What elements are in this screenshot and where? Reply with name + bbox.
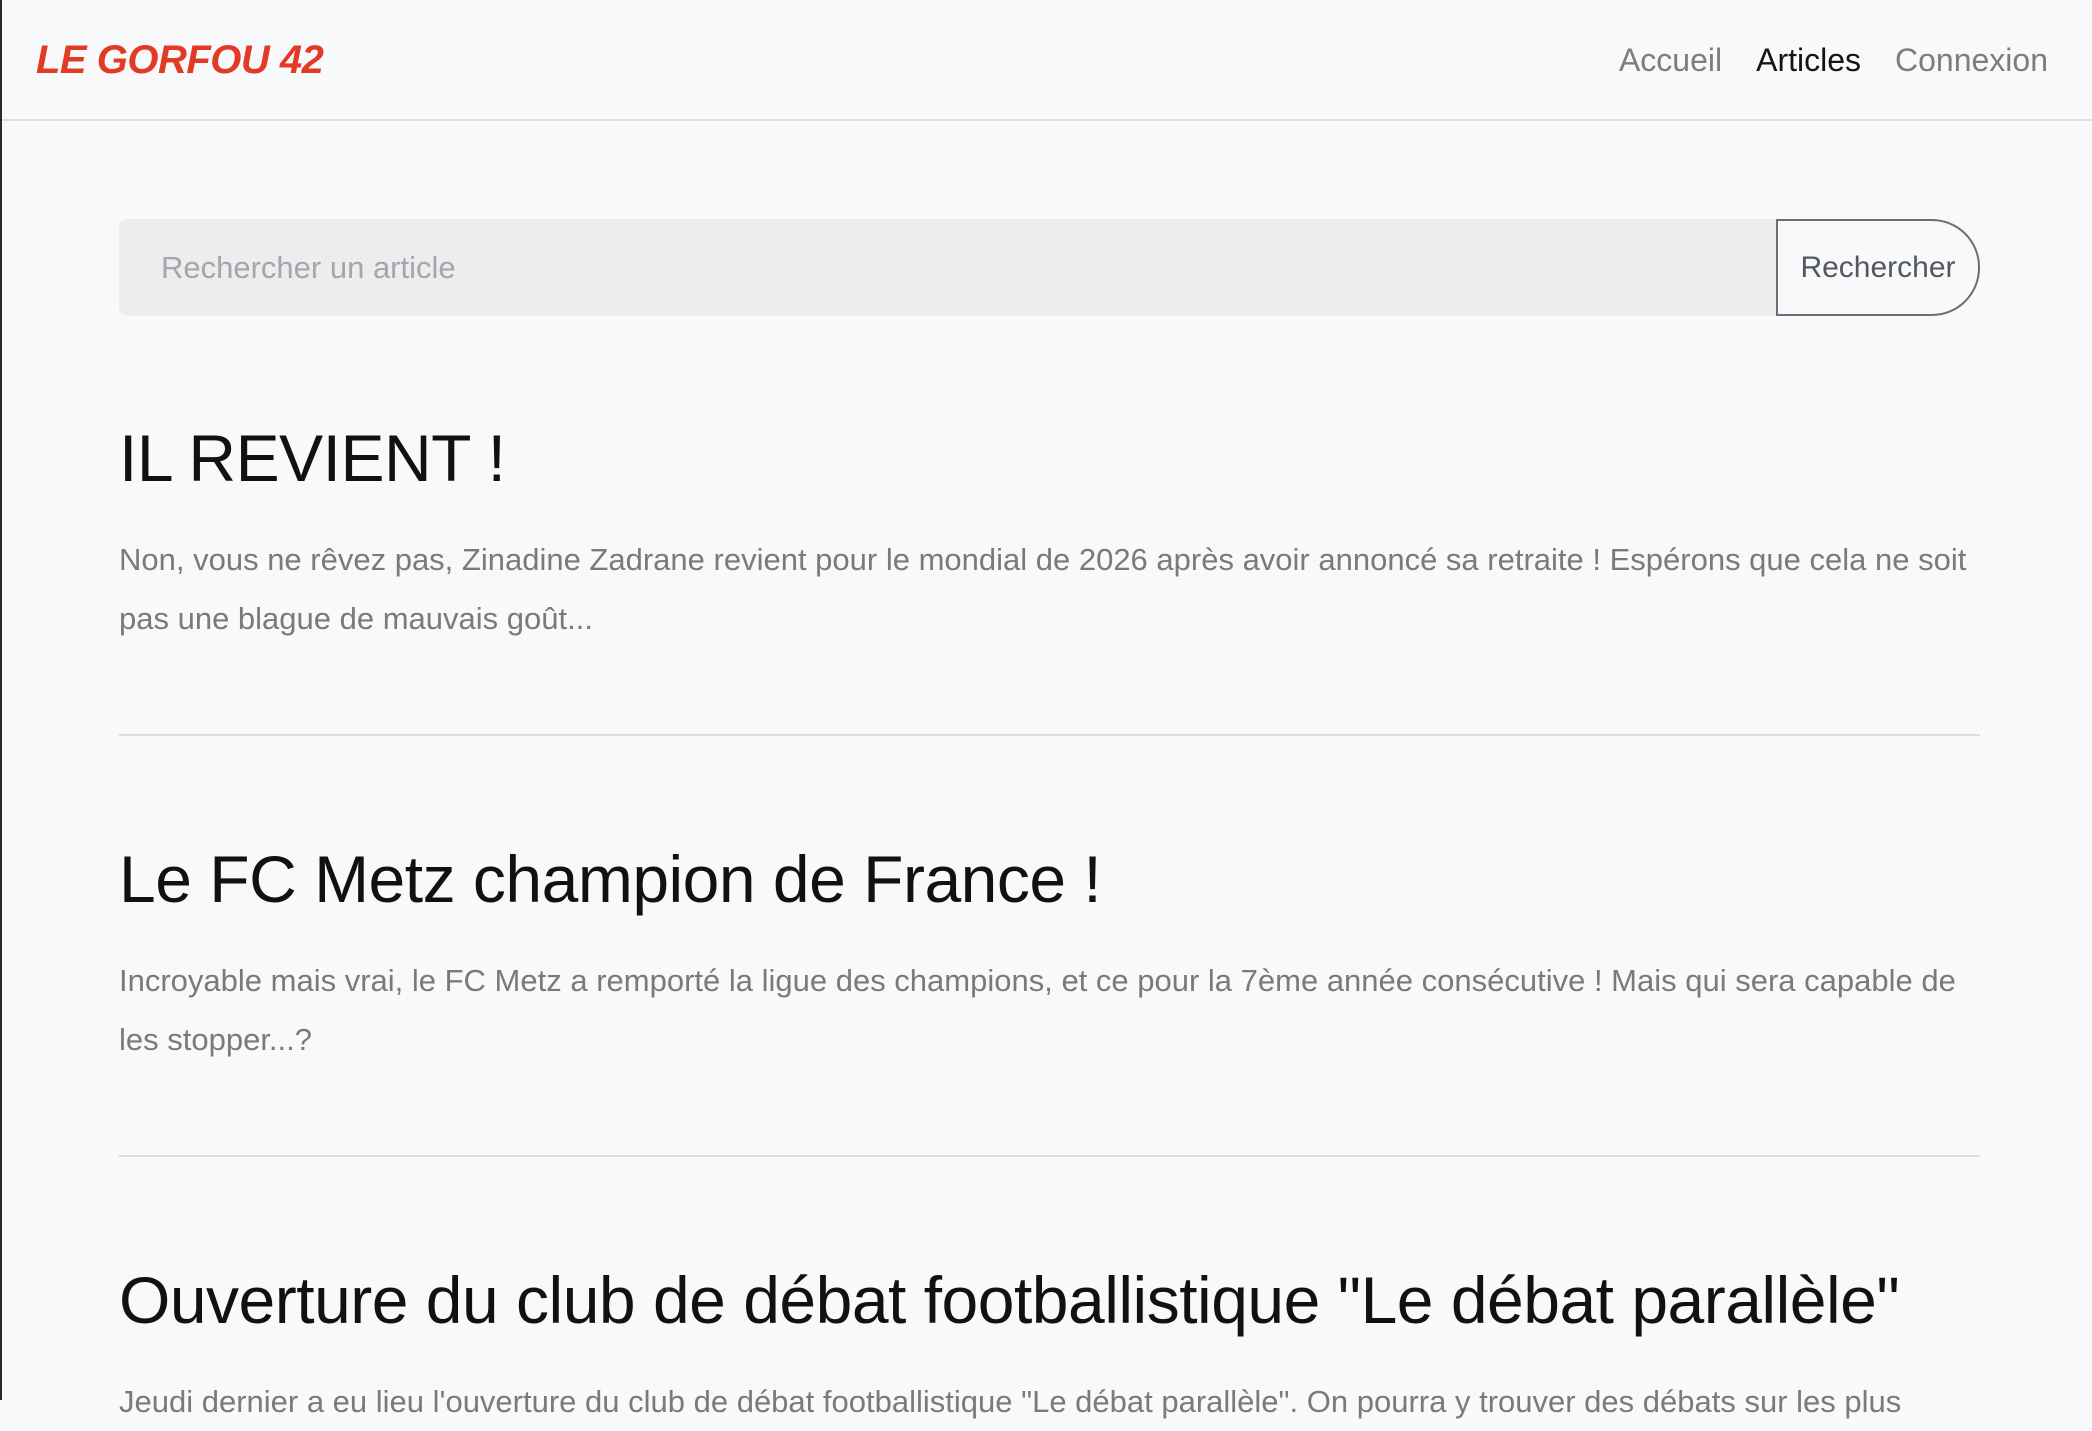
- article-title[interactable]: IL REVIENT !: [119, 418, 1980, 498]
- main-nav: Accueil Articles Connexion: [1619, 38, 2048, 82]
- article-item: Le FC Metz champion de France ! Incroyab…: [119, 839, 1980, 1069]
- search-input[interactable]: [119, 219, 1776, 316]
- article-excerpt: Non, vous ne rêvez pas, Zinadine Zadrane…: [119, 542, 1967, 636]
- search-button[interactable]: Rechercher: [1776, 219, 1980, 316]
- article-title[interactable]: Ouverture du club de débat footballistiq…: [119, 1260, 1980, 1340]
- article-excerpt: Jeudi dernier a eu lieu l'ouverture du c…: [119, 1384, 1902, 1419]
- article-excerpt: Incroyable mais vrai, le FC Metz a rempo…: [119, 963, 1956, 1057]
- article-item: IL REVIENT ! Non, vous ne rêvez pas, Zin…: [119, 418, 1980, 648]
- navbar: LE GORFOU 42 Accueil Articles Connexion: [2, 0, 2092, 121]
- nav-link-articles[interactable]: Articles: [1756, 38, 1861, 82]
- search-form: Rechercher: [119, 219, 1980, 316]
- nav-link-connexion[interactable]: Connexion: [1895, 38, 2048, 82]
- article-title[interactable]: Le FC Metz champion de France !: [119, 839, 1980, 919]
- article-divider: [119, 734, 1980, 736]
- nav-link-accueil[interactable]: Accueil: [1619, 38, 1722, 82]
- brand-logo[interactable]: LE GORFOU 42: [36, 34, 324, 86]
- article-divider: [119, 1155, 1980, 1157]
- article-item: Ouverture du club de débat footballistiq…: [119, 1260, 1980, 1431]
